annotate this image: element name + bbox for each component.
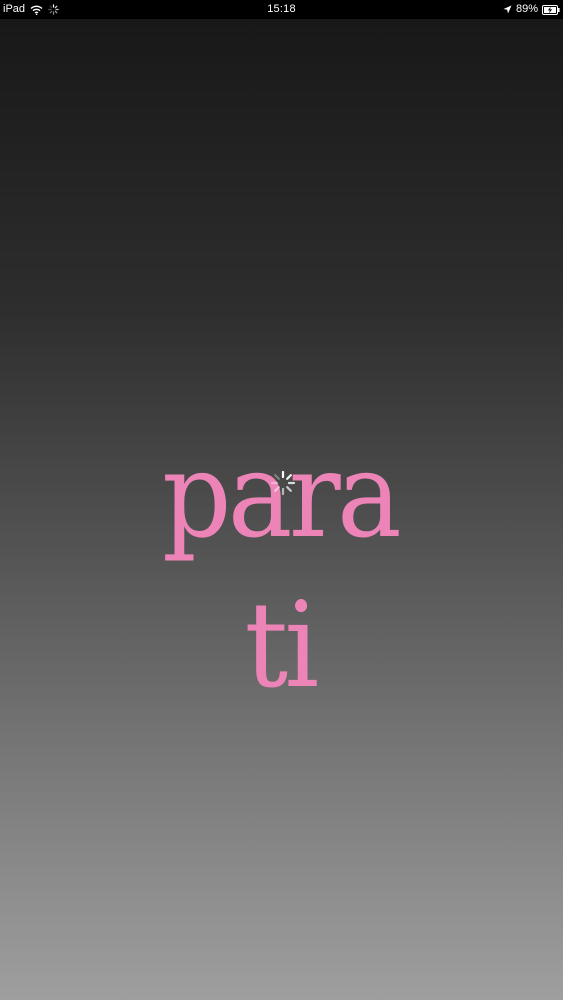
location-arrow-icon (503, 5, 512, 14)
battery-charging-icon (542, 4, 560, 15)
status-bar-right: 89% (503, 0, 560, 19)
battery-percent: 89% (515, 3, 538, 15)
app-screen: iPad 15:18 89% para ti (0, 0, 563, 1000)
app-logo: para ti (100, 420, 460, 714)
status-time: 15:18 (267, 3, 296, 15)
loading-spinner-icon (270, 470, 296, 496)
logo-text: para ti (161, 426, 402, 714)
status-bar: iPad 15:18 89% (0, 0, 563, 19)
